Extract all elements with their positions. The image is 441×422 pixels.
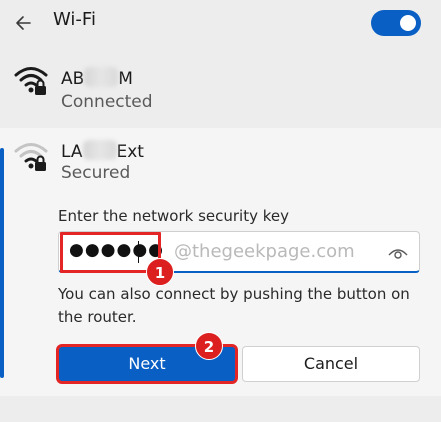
step-badge-1: 1 xyxy=(146,258,174,286)
step-badge-2: 2 xyxy=(195,332,223,360)
wifi-header: Wi-Fi xyxy=(0,0,441,46)
reveal-password-icon[interactable] xyxy=(387,244,409,262)
network-status: Secured xyxy=(61,163,131,183)
network-name-prefix: LA xyxy=(61,142,83,162)
cancel-button[interactable]: Cancel xyxy=(242,346,420,382)
network-status: Connected xyxy=(61,92,153,112)
redaction-blur xyxy=(82,140,117,160)
page-title: Wi-Fi xyxy=(53,9,96,30)
network-name-prefix: AB xyxy=(61,69,85,89)
wifi-lock-icon xyxy=(14,67,48,95)
network-name-suffix: M xyxy=(118,69,133,89)
security-key-label: Enter the network security key xyxy=(58,207,290,225)
network-item-connected[interactable]: AB M Connected xyxy=(0,46,441,126)
wifi-lock-icon xyxy=(14,143,48,171)
network-name-suffix: Ext xyxy=(116,142,144,162)
watermark-text: @thegeekpage.com xyxy=(174,241,355,262)
back-arrow-icon[interactable] xyxy=(12,12,34,34)
network-name: AB M xyxy=(61,67,133,89)
redaction-blur xyxy=(84,67,119,87)
network-name: LA Ext xyxy=(61,140,144,162)
wps-hint-text: You can also connect by pushing the butt… xyxy=(58,285,410,326)
selection-accent-bar xyxy=(0,148,4,378)
toggle-knob xyxy=(400,15,416,31)
wifi-toggle[interactable] xyxy=(371,10,421,36)
